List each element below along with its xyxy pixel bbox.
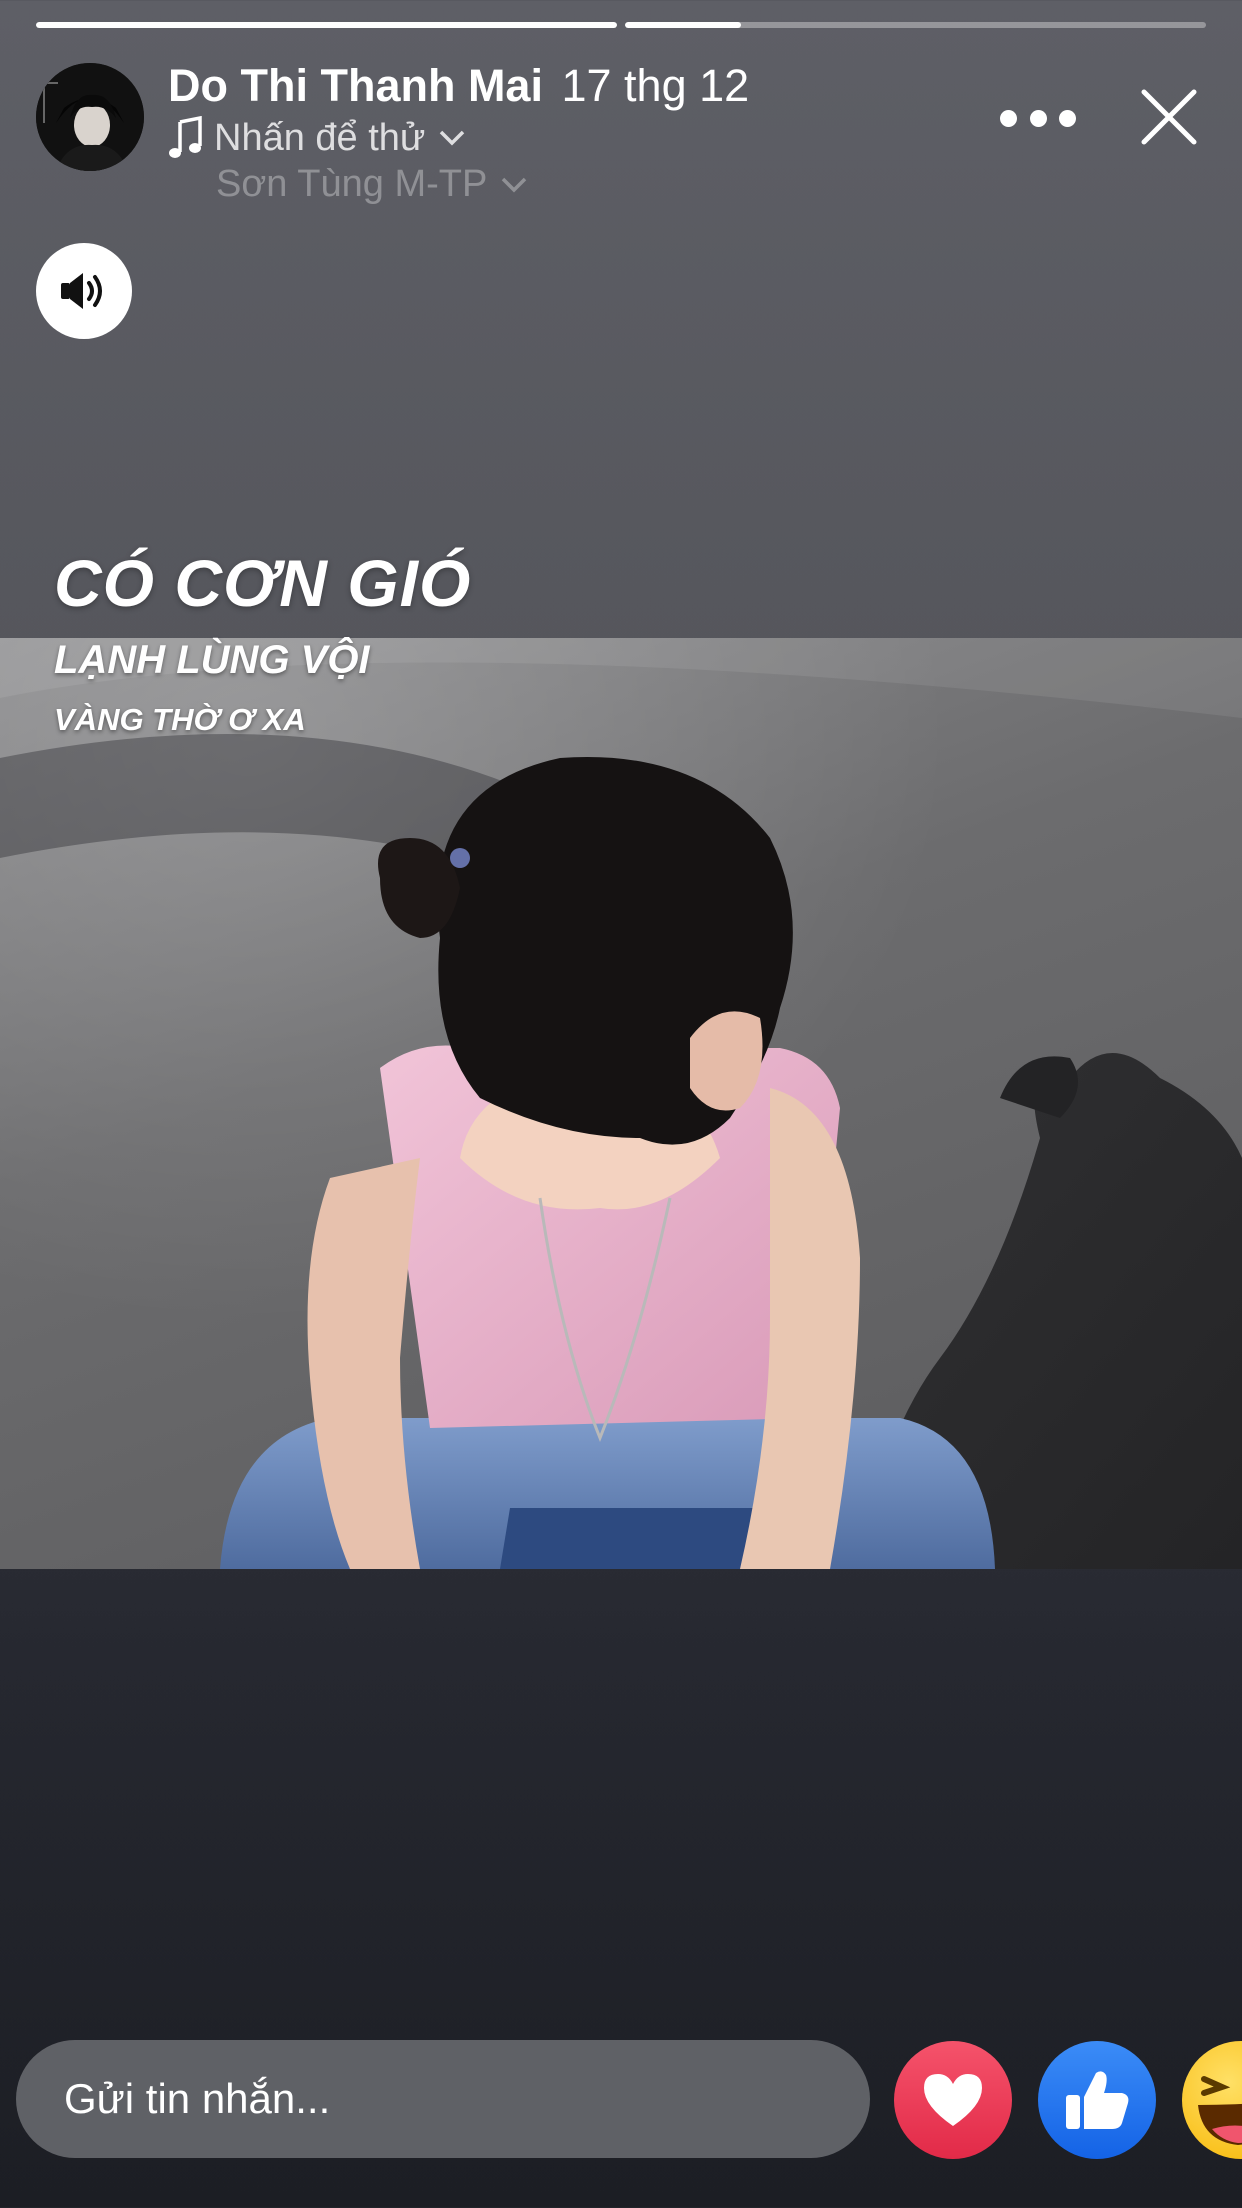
message-placeholder: Gửi tin nhắn... — [64, 2075, 331, 2122]
speaker-icon[interactable] — [36, 243, 132, 339]
message-input[interactable]: Gửi tin nhắn... — [16, 2040, 870, 2158]
music-row[interactable]: Nhấn để thử — [168, 116, 465, 160]
like-icon[interactable] — [1038, 2041, 1156, 2159]
avatar[interactable] — [36, 63, 144, 171]
story-progress — [36, 22, 1206, 28]
lyric-line-3: VÀNG THỜ Ơ XA — [54, 702, 306, 737]
story-header: Do Thi Thanh Mai 17 thg 12 — [168, 60, 749, 112]
lyric-line-2: LẠNH LÙNG VỘI — [54, 638, 370, 682]
heart-icon[interactable] — [894, 2041, 1012, 2159]
story-date: 17 thg 12 — [561, 60, 750, 111]
progress-segment-1 — [36, 22, 617, 28]
lyric-line-1: CÓ CƠN GIÓ — [54, 546, 472, 620]
music-note-icon — [169, 116, 202, 158]
story-photo — [0, 638, 1242, 1569]
haha-icon[interactable] — [1182, 2041, 1242, 2159]
progress-segment-2 — [625, 22, 1206, 28]
music-label: Nhấn để thử — [214, 116, 426, 159]
chevron-down-icon — [502, 177, 527, 192]
artist-row[interactable]: Sơn Tùng M-TP — [216, 163, 527, 206]
artist-name: Sơn Tùng M-TP — [216, 163, 488, 205]
more-icon[interactable] — [1000, 98, 1076, 138]
author-name[interactable]: Do Thi Thanh Mai — [168, 60, 543, 111]
close-icon[interactable] — [1140, 88, 1198, 146]
chevron-down-icon — [440, 130, 465, 146]
